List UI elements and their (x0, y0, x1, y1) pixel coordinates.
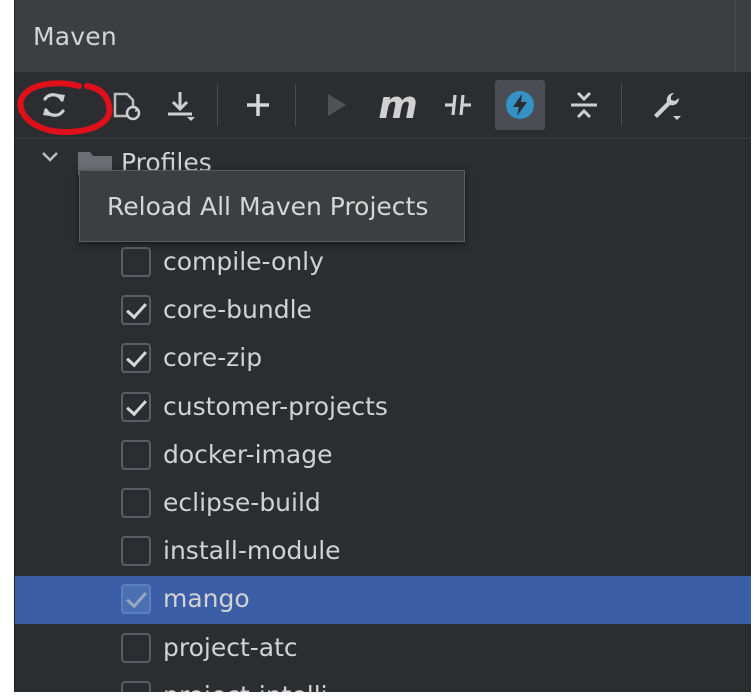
download-icon (168, 92, 195, 121)
maven-m-icon: m (378, 83, 418, 127)
profile-label: install-module (163, 536, 341, 566)
profile-row[interactable]: compile-only (15, 239, 751, 287)
collapse-all-button[interactable] (559, 80, 609, 130)
profile-label: docker-image (163, 439, 333, 469)
toolbar-separator (295, 84, 296, 126)
toolbar-separator (217, 84, 218, 126)
profile-label: mango (163, 584, 250, 614)
profile-row[interactable]: core-zip (15, 335, 751, 383)
profile-checkbox[interactable] (121, 343, 151, 374)
reload-button[interactable] (29, 80, 79, 130)
add-maven-project-button[interactable] (233, 80, 283, 130)
profile-label: compile-only (163, 247, 324, 276)
profile-label: core-bundle (163, 295, 312, 325)
profile-checkbox[interactable] (121, 584, 151, 615)
download-sources-button[interactable] (155, 80, 205, 130)
maven-toolbar: m (15, 72, 751, 139)
profile-row[interactable]: mango (15, 576, 751, 625)
skip-tests-toggle[interactable] (495, 80, 545, 130)
profile-checkbox[interactable] (121, 488, 151, 518)
plus-icon (247, 94, 269, 116)
profile-checkbox[interactable] (121, 439, 151, 470)
collapse-all-icon (571, 91, 597, 119)
profile-label: eclipse-build (163, 488, 321, 517)
profile-checkbox[interactable] (121, 680, 151, 692)
profile-row[interactable]: project-intelli (15, 673, 751, 692)
profile-row[interactable]: project-atc (15, 625, 751, 673)
run-icon (328, 94, 346, 116)
toggle-offline-icon (445, 94, 471, 116)
profile-checkbox[interactable] (121, 295, 151, 326)
profile-row[interactable]: eclipse-build (15, 480, 751, 528)
profile-row[interactable]: core-bundle (15, 287, 751, 335)
reload-icon (43, 93, 65, 117)
profile-checkbox[interactable] (121, 536, 151, 567)
profile-label: project-atc (163, 632, 298, 662)
maven-tool-window: Maven m Profiles compile-only core-bundl… (14, 0, 751, 692)
execute-maven-goal-button[interactable]: m (373, 80, 423, 130)
profile-row[interactable]: docker-image (15, 432, 751, 480)
toolbar-separator (621, 84, 622, 126)
lightning-icon (506, 91, 534, 119)
chevron-down-icon[interactable] (35, 142, 65, 172)
profile-checkbox[interactable] (121, 247, 151, 277)
toggle-offline-mode-button[interactable] (433, 80, 483, 130)
generate-sources-icon (113, 92, 141, 121)
generate-sources-button[interactable] (101, 80, 151, 130)
tooltip-text: Reload All Maven Projects (107, 191, 429, 221)
maven-settings-button[interactable] (641, 80, 691, 130)
wrench-icon (654, 92, 681, 120)
profile-label: core-zip (163, 343, 263, 373)
header-divider (735, 0, 736, 72)
tooltip: Reload All Maven Projects (79, 170, 465, 242)
profile-row[interactable]: install-module (15, 528, 751, 576)
window-title: Maven (33, 22, 117, 51)
profile-checkbox[interactable] (121, 391, 151, 422)
profile-checkbox[interactable] (121, 632, 151, 663)
profile-label: customer-projects (163, 391, 388, 421)
profile-label: project-intelli (163, 681, 328, 692)
profile-row[interactable]: customer-projects (15, 384, 751, 432)
run-maven-build-button[interactable] (311, 80, 361, 130)
tool-window-header: Maven (15, 0, 751, 73)
